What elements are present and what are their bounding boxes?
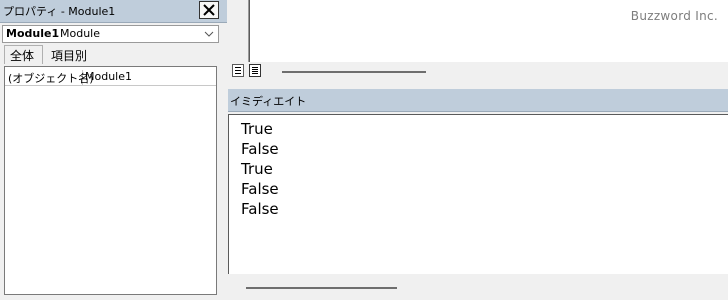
procedure-view-button[interactable] <box>232 64 244 77</box>
output-line: False <box>241 140 279 158</box>
watermark: Buzzword Inc. <box>630 9 718 23</box>
object-type: Module <box>60 27 100 40</box>
tab-categorized[interactable]: 項目別 <box>51 47 87 64</box>
properties-title-bar[interactable]: プロパティ - Module1 <box>0 0 227 23</box>
immediate-horizontal-scrollbar[interactable] <box>246 287 397 289</box>
close-button[interactable] <box>199 1 219 19</box>
immediate-title: イミディエイト <box>230 95 307 108</box>
output-line: True <box>241 160 273 178</box>
code-window: Buzzword Inc. <box>228 0 728 88</box>
code-horizontal-scrollbar[interactable] <box>282 71 426 73</box>
close-icon <box>203 4 215 16</box>
immediate-window: イミディエイト True False True False False <box>228 89 728 300</box>
property-value[interactable]: Module1 <box>85 70 132 83</box>
output-line: False <box>241 200 279 218</box>
property-row[interactable]: (オブジェクト名) Module1 <box>5 69 216 86</box>
code-margin <box>228 0 249 62</box>
chevron-down-icon <box>204 31 214 37</box>
code-area[interactable]: Buzzword Inc. <box>249 0 728 62</box>
object-name: Module1 <box>6 27 60 40</box>
property-grid: (オブジェクト名) Module1 <box>4 66 217 295</box>
output-line: False <box>241 180 279 198</box>
immediate-title-bar[interactable]: イミディエイト <box>228 89 728 112</box>
object-dropdown[interactable]: Module1 Module <box>2 25 219 43</box>
immediate-output[interactable]: True False True False False <box>228 114 728 274</box>
property-key: (オブジェクト名) <box>8 70 94 85</box>
full-module-view-button[interactable] <box>249 64 261 77</box>
output-line: True <box>241 120 273 138</box>
properties-title: プロパティ - Module1 <box>3 5 116 18</box>
tab-alphabetic[interactable]: 全体 <box>4 45 43 64</box>
properties-window: プロパティ - Module1 Module1 Module 全体 項目別 (オ… <box>0 0 227 300</box>
